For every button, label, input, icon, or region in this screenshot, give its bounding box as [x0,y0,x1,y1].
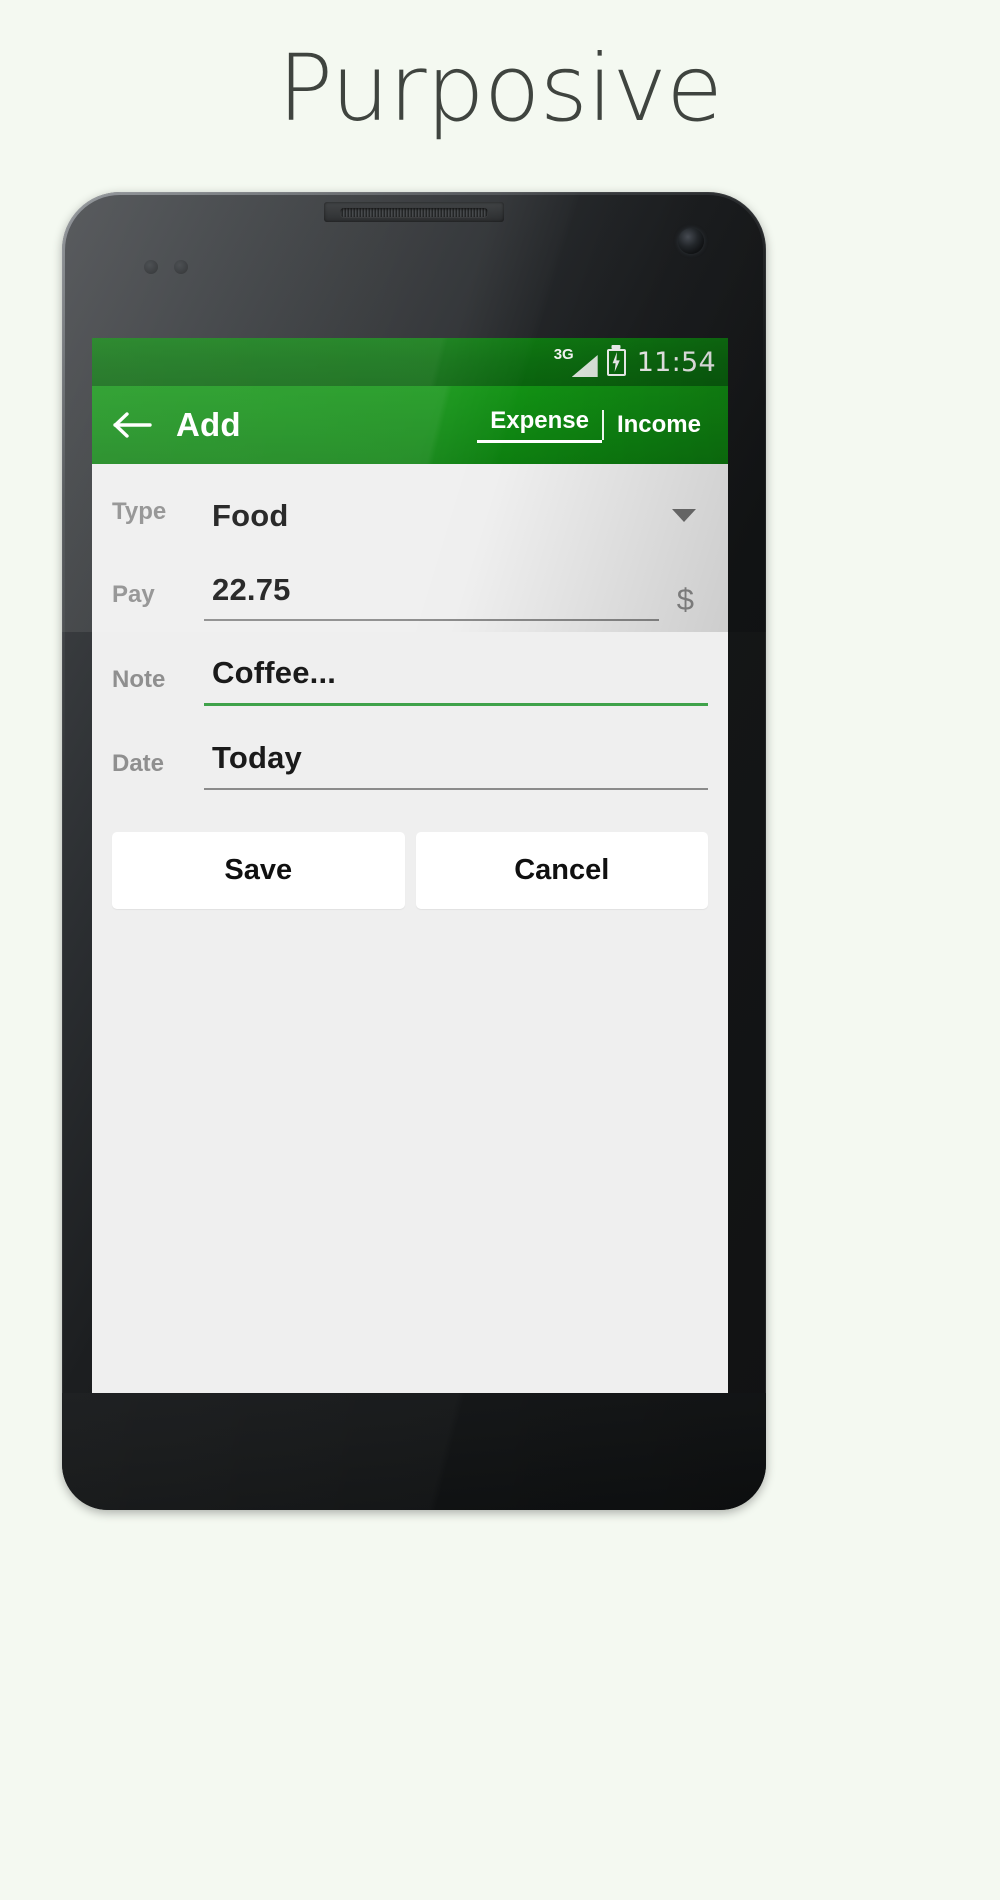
front-camera-icon [678,228,704,254]
network-type-label: 3G [553,346,574,363]
pay-label: Pay [112,581,155,609]
phone-device-frame: 3G 11:54 Add Expense Income Type Food Pa… [62,192,766,1510]
currency-symbol: $ [676,582,694,618]
field-row-note: Note Coffee... [112,621,708,706]
page-title: Purposive [277,35,723,142]
save-button[interactable]: Save [112,831,405,909]
note-input[interactable]: Coffee... [204,655,708,706]
date-input[interactable]: Today [204,740,708,790]
chevron-down-icon[interactable] [672,508,696,522]
light-sensor-icon [174,260,188,274]
pay-field-control: 22.75 $ [204,572,708,622]
transaction-type-tabs: Expense Income [477,407,714,443]
add-transaction-form: Type Food Pay 22.75 $ Note Coffee... Dat… [92,464,728,1393]
tab-expense[interactable]: Expense [477,407,602,443]
form-actions: Save Cancel [112,790,708,909]
date-value: Today [212,739,302,775]
note-value: Coffee... [212,655,337,691]
phone-screen: 3G 11:54 Add Expense Income Type Food Pa… [92,338,728,1393]
field-row-type: Type Food [112,464,708,538]
tab-income[interactable]: Income [604,411,714,440]
phone-bottom-bezel [62,1393,766,1510]
field-row-pay: Pay 22.75 $ [112,538,708,622]
action-bar: Add Expense Income [92,386,728,464]
proximity-sensor-icon [144,260,158,274]
type-dropdown[interactable]: Food [204,498,708,538]
status-bar: 3G 11:54 [92,338,728,386]
screen-title: Add [176,406,241,443]
cancel-button[interactable]: Cancel [415,831,708,909]
pay-input[interactable]: 22.75 [204,572,659,622]
pay-underline [204,619,659,622]
battery-charging-icon [606,348,626,376]
signal-triangle-icon [571,355,598,377]
phone-top-bezel [62,192,766,344]
earpiece-speaker-icon [340,208,488,217]
pay-value: 22.75 [212,571,291,607]
status-bar-clock: 11:54 [636,346,716,378]
charging-bolt-icon [612,352,620,372]
type-label: Type [112,497,167,525]
type-value: Food [212,498,289,533]
signal-bars-icon: 3G [553,346,598,377]
arrow-left-icon[interactable] [112,408,154,442]
date-underline [204,787,708,790]
note-underline-focused [204,702,708,706]
field-row-date: Date Today [112,706,708,790]
note-label: Note [112,665,166,693]
date-label: Date [112,749,165,777]
